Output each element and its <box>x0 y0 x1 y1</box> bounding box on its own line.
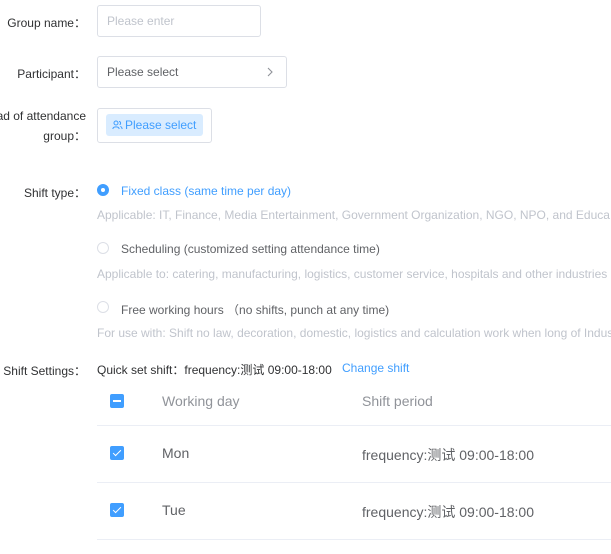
head-of-attendance-label-line1: ad of attendance <box>0 109 86 123</box>
row-day: Tue <box>162 502 186 518</box>
row-shift-period: frequency:测试 09:00-18:00 <box>362 504 534 520</box>
header-working-day: Working day <box>162 393 240 409</box>
shift-type-label: Shift type： <box>23 186 86 200</box>
row-shift-period: frequency:测试 09:00-18:00 <box>362 447 534 463</box>
participant-label: Participant： <box>17 67 86 81</box>
quick-set-shift-text: Quick set shift：frequency:测试 09:00-18:00 <box>97 363 332 377</box>
head-of-attendance-label-line2: group： <box>43 129 86 143</box>
table-divider <box>97 539 611 540</box>
shift-type-option-free-label[interactable]: Free working hours （no shifts, punch at … <box>121 301 389 318</box>
row-checkbox-mon[interactable] <box>110 446 124 460</box>
shift-settings-label: Shift Settings： <box>3 364 86 378</box>
chevron-right-icon <box>267 67 273 77</box>
change-shift-link[interactable]: Change shift <box>342 361 409 375</box>
shift-type-option-scheduling-hint: Applicable to: catering, manufacturing, … <box>97 267 608 281</box>
select-all-checkbox[interactable] <box>110 394 124 408</box>
shift-type-radio-scheduling[interactable] <box>97 242 109 254</box>
group-name-label: Group name： <box>7 16 86 30</box>
participant-select-value: Please select <box>107 65 179 79</box>
participant-select[interactable]: Please select <box>97 56 287 88</box>
shift-type-radio-free[interactable] <box>97 301 109 313</box>
shift-type-option-free-hint: For use with: Shift no law, decoration, … <box>97 326 611 340</box>
shift-type-option-fixed-hint: Applicable: IT, Finance, Media Entertain… <box>97 208 610 222</box>
header-shift-period: Shift period <box>362 393 433 409</box>
shift-type-radio-fixed[interactable] <box>97 184 109 196</box>
group-name-placeholder: Please enter <box>107 14 175 28</box>
table-divider <box>97 482 611 483</box>
head-of-attendance-select-label: Please select <box>125 118 197 132</box>
user-group-icon <box>112 120 123 130</box>
shift-type-option-fixed-label[interactable]: Fixed class (same time per day) <box>121 184 291 198</box>
row-day: Mon <box>162 445 190 461</box>
table-divider <box>97 425 611 426</box>
row-checkbox-tue[interactable] <box>110 503 124 517</box>
head-of-attendance-select-button[interactable]: Please select <box>106 114 204 136</box>
group-name-input[interactable]: Please enter <box>97 5 261 37</box>
shift-type-option-scheduling-label[interactable]: Scheduling (customized setting attendanc… <box>121 242 380 256</box>
